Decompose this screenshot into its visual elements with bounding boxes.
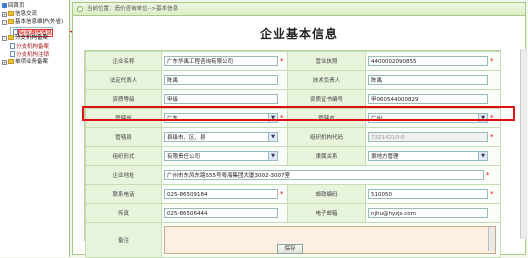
org-code-label: 组织机构代码 (287, 127, 366, 147)
license-label: 营业执照 (287, 51, 366, 71)
required-mark: * (280, 57, 284, 65)
chevron-down-icon[interactable]: ▼ (478, 114, 487, 122)
address-label: 企业地址 (85, 165, 162, 185)
org-form-value: 有限责任公司 (167, 154, 201, 160)
cert-no-input[interactable]: 甲060544000829 (368, 94, 488, 104)
postcode-input[interactable]: 510050 (368, 189, 488, 199)
email-input[interactable]: njhu@hyzjs.com (368, 208, 488, 218)
remark-textarea[interactable] (164, 226, 496, 254)
province-label: 管辖省 (85, 108, 162, 128)
scrollbar[interactable] (488, 227, 495, 251)
legal-rep-input[interactable]: 陈禹 (164, 75, 278, 85)
remark-label: 备注 (85, 222, 162, 258)
required-mark: * (490, 114, 494, 122)
tech-lead-input[interactable]: 陈禹 (368, 75, 488, 85)
city-label: 管辖市 (287, 108, 366, 128)
chevron-down-icon[interactable]: ▼ (478, 152, 487, 160)
affiliation-label: 隶属关系 (287, 146, 366, 166)
org-code-input[interactable]: 73214210-0 (368, 132, 488, 142)
license-input[interactable]: 4400002090855 (368, 56, 488, 66)
required-mark: * (280, 114, 284, 122)
chevron-down-icon[interactable]: ▼ (268, 133, 277, 141)
phone-input[interactable]: 025-86509184 (164, 189, 278, 199)
affiliation-value: 隶地方管理 (371, 154, 399, 160)
required-mark: * (490, 190, 494, 198)
county-value: 县级市、区、县 (167, 135, 206, 141)
chevron-down-icon[interactable]: ▼ (268, 114, 277, 122)
org-form-label: 组织形式 (85, 146, 162, 166)
tech-lead-label: 技术负责人 (287, 70, 366, 90)
city-select[interactable]: 广州 ▼ (368, 113, 488, 123)
cert-no-label: 资质证书编号 (287, 89, 366, 109)
phone-label: 联系电话 (85, 184, 162, 204)
breadcrumb-text: 当前位置：造价咨询单位-->基本信息 (87, 6, 179, 12)
page-scrollbar[interactable] (520, 49, 527, 239)
breadcrumb: 当前位置：造价咨询单位-->基本信息 (73, 3, 525, 16)
company-name-input[interactable]: 广东华禹工程咨询有限公司 (164, 56, 278, 66)
grade-label: 资质等级 (85, 89, 162, 109)
location-icon (77, 6, 83, 12)
fax-input[interactable]: 025-86506444 (164, 208, 278, 218)
fax-label: 传真 (85, 203, 162, 223)
affiliation-select[interactable]: 隶地方管理 ▼ (368, 151, 488, 161)
required-mark: * (486, 171, 490, 179)
county-select[interactable]: 县级市、区、县 ▼ (164, 132, 278, 142)
company-name-label: 企业名称 (85, 51, 162, 71)
main-panel: 当前位置：造价咨询单位-->基本信息 企业基本信息 企业名称 广东华禹工程咨询有… (72, 2, 526, 258)
legal-rep-label: 法定代表人 (85, 70, 162, 90)
chevron-down-icon[interactable]: ▼ (268, 152, 277, 160)
grade-input[interactable]: 甲级 (164, 94, 278, 104)
province-value: 广东 (167, 116, 179, 122)
required-mark: * (490, 57, 494, 65)
save-button[interactable]: 保存 (277, 244, 303, 254)
address-input[interactable]: 广州市东风东路555号粤海集团大厦3002-3007室 (164, 170, 484, 180)
page-title: 企业基本信息 (259, 27, 338, 41)
province-select[interactable]: 广东 ▼ (164, 113, 278, 123)
county-label: 管辖县 (85, 127, 162, 147)
required-mark: * (490, 133, 494, 141)
company-info-form: 企业名称 广东华禹工程咨询有限公司 * 营业执照 4400002090855 * 法… (84, 50, 501, 258)
email-label: 电子邮箱 (287, 203, 366, 223)
city-value: 广州 (371, 116, 383, 122)
org-form-select[interactable]: 有限责任公司 ▼ (164, 151, 278, 161)
postcode-label: 邮政编码 (287, 184, 366, 204)
required-mark: * (280, 190, 284, 198)
